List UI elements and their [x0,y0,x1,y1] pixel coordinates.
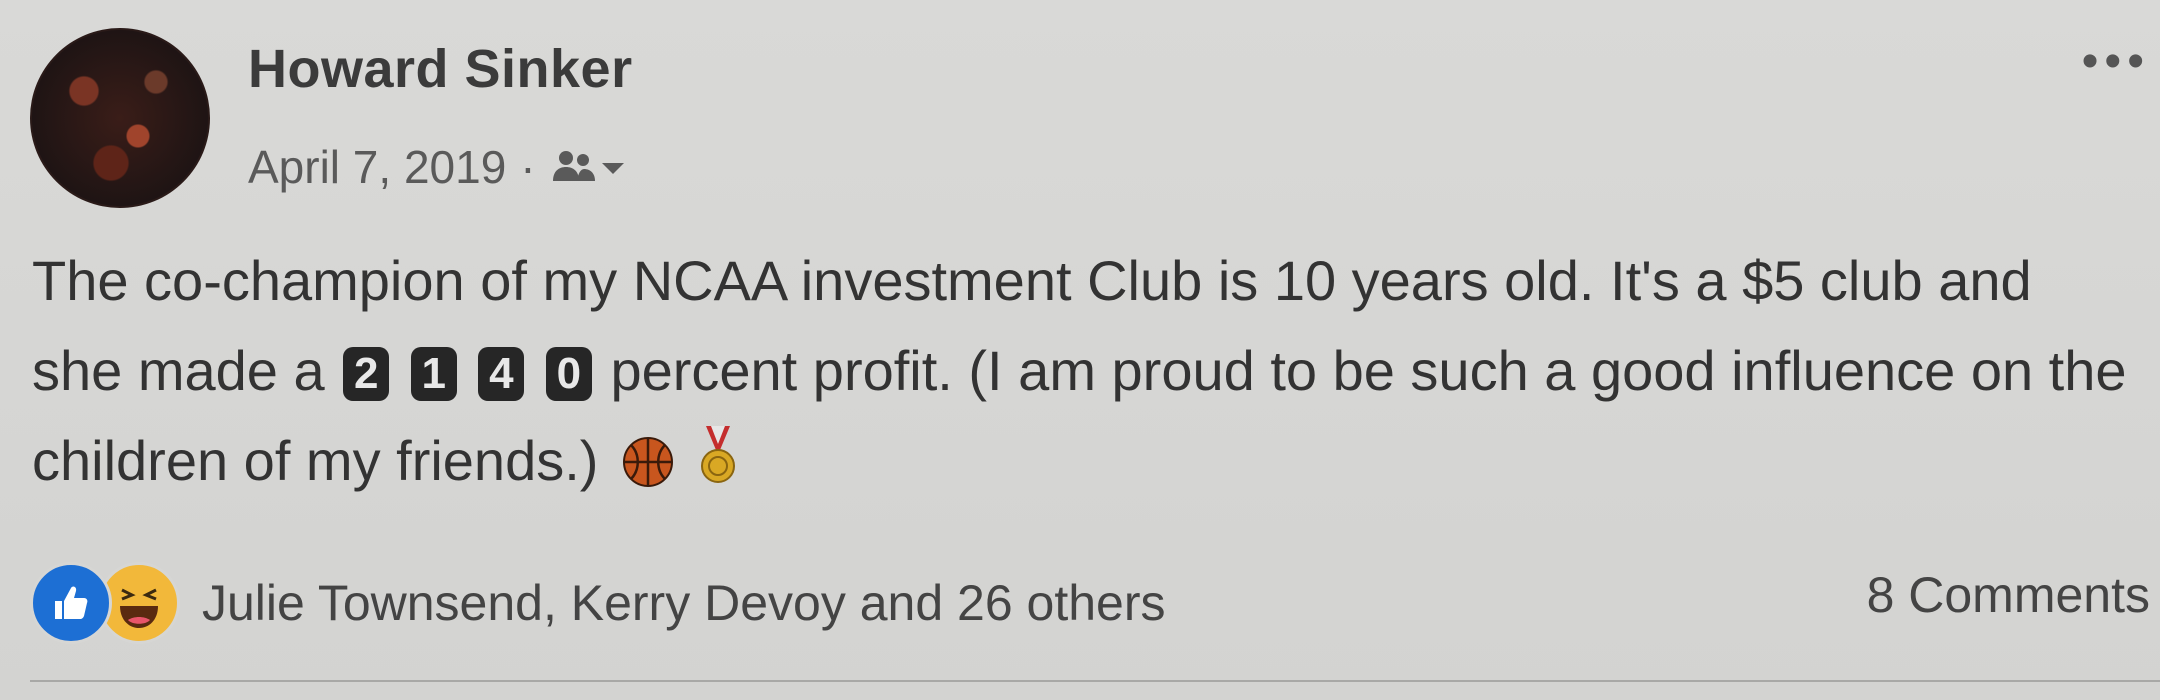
like-icon [30,562,112,644]
friends-icon [552,151,595,181]
medal-icon [698,424,738,514]
chevron-down-icon [601,163,624,174]
post-body: The co-champion of my NCAA investment Cl… [32,236,2132,514]
keycap-digit: 4 [478,347,525,401]
basketball-icon [622,424,674,514]
reaction-names[interactable]: Julie Townsend, Kerry Devoy and 26 other… [202,574,1166,632]
keycap-digit: 1 [410,347,457,401]
audience-selector[interactable] [550,147,628,187]
facebook-post: Howard Sinker April 7, 2019 · ••• The co… [0,0,2160,700]
divider [30,680,2160,682]
more-options-icon[interactable]: ••• [2082,38,2150,86]
author-name[interactable]: Howard Sinker [248,38,633,100]
keycap-digit: 0 [545,347,592,401]
author-avatar[interactable] [30,28,210,208]
keycap-digit: 2 [343,347,390,401]
meta-separator: · [520,141,536,193]
post-meta: April 7, 2019 · [248,140,628,194]
comments-count-link[interactable]: 8 Comments [1867,566,2150,624]
post-date[interactable]: April 7, 2019 [248,140,506,194]
reactions-summary[interactable]: Julie Townsend, Kerry Devoy and 26 other… [30,562,1166,644]
